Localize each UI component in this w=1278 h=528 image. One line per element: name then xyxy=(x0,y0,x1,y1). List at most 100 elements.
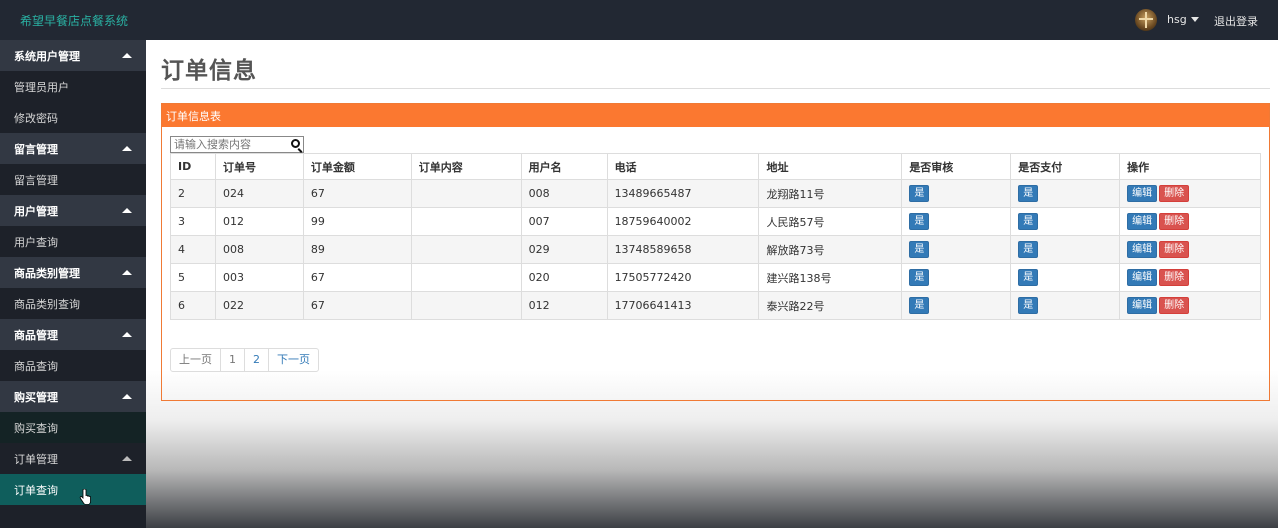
panel-title: 订单信息表 xyxy=(162,104,1269,127)
title-divider xyxy=(161,88,1270,89)
sidebar-item-product-query[interactable]: 商品查询 xyxy=(0,350,146,381)
delete-button[interactable]: 删除 xyxy=(1159,241,1190,258)
sidebar-group-label: 系统用户管理 xyxy=(14,49,80,63)
sidebar-group-messages[interactable]: 留言管理 xyxy=(0,133,146,164)
sidebar-group-system-users[interactable]: 系统用户管理 xyxy=(0,40,146,71)
edit-button[interactable]: 编辑 xyxy=(1127,269,1158,286)
cell-phone: 17505772420 xyxy=(606,263,760,292)
edit-button[interactable]: 编辑 xyxy=(1127,213,1158,230)
sidebar-group-label: 留言管理 xyxy=(14,142,58,156)
prev-page-button[interactable]: 上一页 xyxy=(171,349,220,371)
delete-button[interactable]: 删除 xyxy=(1159,269,1190,286)
cell-order-no: 008 xyxy=(214,235,304,264)
cell-actions: 编辑 删除 xyxy=(1119,291,1261,320)
paid-button[interactable]: 是 xyxy=(1018,213,1039,230)
sidebar-group-label: 商品类别管理 xyxy=(14,266,80,280)
cell-user: 029 xyxy=(520,235,608,264)
column-header: 地址 xyxy=(758,153,903,180)
cell-paid: 是 xyxy=(1010,207,1121,236)
reviewed-button[interactable]: 是 xyxy=(909,185,930,202)
cell-actions: 编辑 删除 xyxy=(1119,263,1261,292)
edit-button[interactable]: 编辑 xyxy=(1127,185,1158,202)
app-title: 希望早餐店点餐系统 xyxy=(20,14,129,28)
cell-order-no: 024 xyxy=(214,179,304,208)
paid-button[interactable]: 是 xyxy=(1018,185,1039,202)
cell-paid: 是 xyxy=(1010,235,1121,264)
column-header: ID xyxy=(170,153,216,180)
cell-id: 5 xyxy=(170,263,216,292)
sidebar: 系统用户管理 管理员用户 修改密码 留言管理 留言管理 用户管理 用户查询 商品… xyxy=(0,40,146,528)
sidebar-item-category-query[interactable]: 商品类别查询 xyxy=(0,288,146,319)
cell-amount: 67 xyxy=(302,179,412,208)
cell-amount: 67 xyxy=(302,263,412,292)
sidebar-item-purchase-query[interactable]: 购买查询 xyxy=(0,412,146,443)
edit-button[interactable]: 编辑 xyxy=(1127,241,1158,258)
cell-order-no: 003 xyxy=(214,263,304,292)
sidebar-item-messages[interactable]: 留言管理 xyxy=(0,164,146,195)
caret-up-icon xyxy=(122,146,132,151)
column-header: 电话 xyxy=(606,153,760,180)
caret-up-icon xyxy=(122,456,132,461)
page-title: 订单信息 xyxy=(161,58,257,84)
search-input[interactable] xyxy=(171,137,289,152)
sidebar-item-change-password[interactable]: 修改密码 xyxy=(0,102,146,133)
cell-user: 007 xyxy=(520,207,608,236)
table-row: 4 008 89 029 13748589658 解放路73号 是 是 编辑 删除 xyxy=(170,235,1261,264)
cell-address: 建兴路138号 xyxy=(758,263,903,292)
cell-actions: 编辑 删除 xyxy=(1119,235,1261,264)
paid-button[interactable]: 是 xyxy=(1018,241,1039,258)
table-row: 5 003 67 020 17505772420 建兴路138号 是 是 编辑删… xyxy=(170,263,1261,292)
cell-paid: 是 xyxy=(1010,291,1121,320)
paid-button[interactable]: 是 xyxy=(1018,297,1039,314)
cell-content xyxy=(410,291,522,320)
delete-button[interactable]: 删除 xyxy=(1159,297,1190,314)
hand-cursor-icon xyxy=(79,489,91,505)
sidebar-group-purchases[interactable]: 购买管理 xyxy=(0,381,146,412)
sidebar-item-order-query[interactable]: 订单查询 xyxy=(0,474,146,505)
page-1-button[interactable]: 1 xyxy=(220,349,244,371)
caret-up-icon xyxy=(122,53,132,58)
cell-actions: 编辑 删除 xyxy=(1119,179,1261,208)
table-row: 3 012 99 007 18759640002 人民路57号 是 是 编辑 删除 xyxy=(170,207,1261,236)
column-header: 是否审核 xyxy=(901,153,1012,180)
cell-id: 6 xyxy=(170,291,216,320)
cell-user: 008 xyxy=(520,179,608,208)
reviewed-button[interactable]: 是 xyxy=(909,269,930,286)
sidebar-group-orders[interactable]: 订单管理 xyxy=(0,443,146,474)
sidebar-group-label: 购买管理 xyxy=(14,390,58,404)
delete-button[interactable]: 删除 xyxy=(1159,185,1190,202)
search-icon[interactable] xyxy=(291,139,300,148)
cell-reviewed: 是 xyxy=(901,235,1012,264)
table-row: 6 022 67 012 17706641413 泰兴路22号 是 是 编辑 删除 xyxy=(170,291,1261,320)
sidebar-group-users[interactable]: 用户管理 xyxy=(0,195,146,226)
reviewed-button[interactable]: 是 xyxy=(909,213,930,230)
search-box xyxy=(170,136,304,153)
cell-content xyxy=(410,263,522,292)
cell-phone: 13489665487 xyxy=(606,179,760,208)
avatar[interactable] xyxy=(1135,9,1157,31)
page-2-button[interactable]: 2 xyxy=(244,349,268,371)
user-menu[interactable]: hsg xyxy=(1167,13,1199,26)
next-page-button[interactable]: 下一页 xyxy=(268,349,318,371)
sidebar-item-admin-users[interactable]: 管理员用户 xyxy=(0,71,146,102)
sidebar-group-label: 用户管理 xyxy=(14,204,58,218)
order-table: ID 订单号 订单金额 订单内容 用户名 电话 地址 是否审核 是否支付 操作 … xyxy=(170,153,1261,320)
sidebar-item-user-query[interactable]: 用户查询 xyxy=(0,226,146,257)
cell-amount: 99 xyxy=(302,207,412,236)
cell-phone: 18759640002 xyxy=(606,207,760,236)
edit-button[interactable]: 编辑 xyxy=(1127,297,1158,314)
sidebar-group-categories[interactable]: 商品类别管理 xyxy=(0,257,146,288)
cell-address: 龙翔路11号 xyxy=(758,179,903,208)
cell-order-no: 012 xyxy=(214,207,304,236)
sidebar-group-products[interactable]: 商品管理 xyxy=(0,319,146,350)
column-header: 操作 xyxy=(1119,153,1261,180)
caret-up-icon xyxy=(122,270,132,275)
logout-link[interactable]: 退出登录 xyxy=(1214,13,1258,29)
reviewed-button[interactable]: 是 xyxy=(909,241,930,258)
pagination: 上一页 1 2 下一页 xyxy=(170,348,319,372)
delete-button[interactable]: 删除 xyxy=(1159,213,1190,230)
cell-paid: 是 xyxy=(1010,179,1121,208)
reviewed-button[interactable]: 是 xyxy=(909,297,930,314)
cell-content xyxy=(410,207,522,236)
paid-button[interactable]: 是 xyxy=(1018,269,1039,286)
